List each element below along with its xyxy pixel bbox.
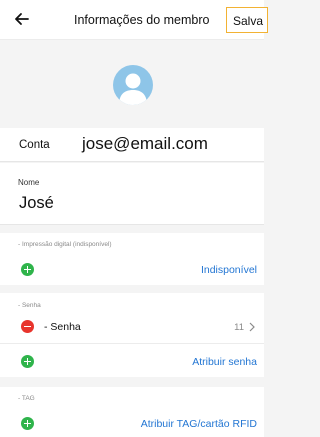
assign-password-link[interactable]: Atribuir senha (192, 356, 257, 368)
password-section: - Senha - Senha 11 Atribuir senha (0, 293, 264, 377)
name-value[interactable]: José (19, 194, 54, 213)
assign-tag-link[interactable]: Atribuir TAG/cartão RFID (141, 418, 257, 430)
arrow-left-icon (15, 13, 29, 25)
fingerprint-unavailable-link[interactable]: Indisponível (201, 264, 257, 276)
tag-section: - TAG Atribuir TAG/cartão RFID (0, 387, 264, 437)
name-label: Nome (18, 178, 40, 187)
top-bar: Informações do membro Salva (0, 0, 268, 40)
tag-section-label: - TAG (18, 395, 35, 402)
password-item-count: 11 (234, 322, 244, 333)
chevron-right-icon[interactable] (248, 322, 256, 332)
divider (0, 343, 264, 344)
fingerprint-section-label: - Impressão digital (indisponível) (18, 241, 112, 248)
fingerprint-section: - Impressão digital (indisponível) Indis… (0, 233, 264, 285)
account-label: Conta (19, 139, 50, 151)
back-button[interactable] (12, 9, 32, 29)
account-value: jose@email.com (82, 134, 208, 153)
password-section-label: - Senha (18, 302, 41, 309)
account-row: Conta jose@email.com (0, 128, 264, 162)
save-button[interactable]: Salva (226, 7, 268, 33)
password-item-label: - Senha (44, 321, 81, 333)
minus-circle-icon[interactable] (21, 320, 34, 333)
plus-circle-icon[interactable] (21, 263, 34, 276)
name-field[interactable]: Nome José (0, 163, 264, 225)
page-title: Informações do membro (74, 13, 210, 27)
plus-circle-icon[interactable] (21, 355, 34, 368)
avatar[interactable] (113, 65, 153, 105)
user-avatar-icon (113, 65, 153, 105)
avatar-area (0, 40, 264, 128)
plus-circle-icon[interactable] (21, 417, 34, 430)
